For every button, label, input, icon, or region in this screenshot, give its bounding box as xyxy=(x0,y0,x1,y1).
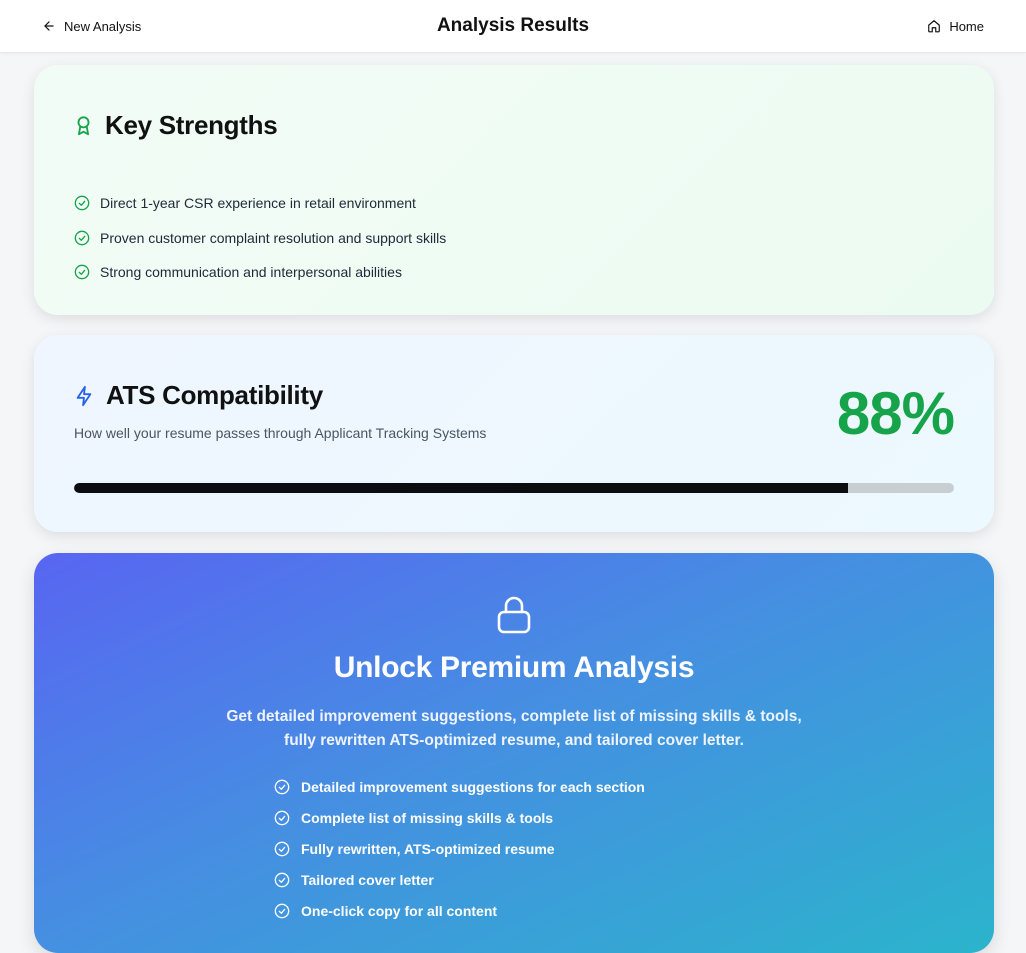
home-label: Home xyxy=(949,18,984,34)
check-circle-icon xyxy=(74,264,90,280)
key-strengths-card: Key Strengths Direct 1-year CSR experien… xyxy=(34,65,994,315)
premium-feature-text: Detailed improvement suggestions for eac… xyxy=(301,778,645,795)
list-item: Proven customer complaint resolution and… xyxy=(74,221,446,256)
strengths-list: Direct 1-year CSR experience in retail e… xyxy=(74,186,446,290)
list-item: Fully rewritten, ATS-optimized resume xyxy=(274,833,645,864)
list-item: Direct 1-year CSR experience in retail e… xyxy=(74,186,446,221)
home-icon xyxy=(928,20,941,33)
strength-text: Proven customer complaint resolution and… xyxy=(100,229,447,246)
premium-feature-text: Tailored cover letter xyxy=(301,872,434,889)
premium-features-list: Detailed improvement suggestions for eac… xyxy=(274,771,645,927)
ats-progress-fill xyxy=(74,483,849,493)
page-title: Analysis Results xyxy=(436,15,590,36)
list-item: Tailored cover letter xyxy=(274,865,645,896)
check-circle-icon xyxy=(274,872,290,888)
key-strengths-title: Key Strengths xyxy=(105,110,278,140)
check-circle-icon xyxy=(274,904,290,919)
new-analysis-link[interactable]: New Analysis xyxy=(42,19,141,34)
premium-upsell-card: Unlock Premium Analysis Get detailed imp… xyxy=(34,553,994,953)
key-strengths-heading: Key Strengths xyxy=(74,110,278,141)
check-circle-icon xyxy=(274,810,290,826)
list-item: One-click copy for all content xyxy=(274,896,645,927)
premium-description: Get detailed improvement suggestions, co… xyxy=(226,708,802,749)
check-circle-icon xyxy=(274,841,290,857)
ats-score: 88% xyxy=(836,380,955,447)
home-link[interactable]: Home xyxy=(927,19,984,34)
list-item: Complete list of missing skills & tools xyxy=(274,802,645,833)
ats-heading: ATS Compatibility xyxy=(74,380,323,411)
ats-compatibility-card: ATS Compatibility How well your resume p… xyxy=(34,335,994,532)
premium-feature-text: Complete list of missing skills & tools xyxy=(301,809,554,826)
strength-text: Strong communication and interpersonal a… xyxy=(100,264,402,281)
arrow-left-icon xyxy=(44,21,54,31)
list-item: Strong communication and interpersonal a… xyxy=(74,255,446,290)
check-circle-icon xyxy=(74,195,90,211)
strength-text: Direct 1-year CSR experience in retail e… xyxy=(100,195,416,212)
premium-title: Unlock Premium Analysis xyxy=(333,651,695,684)
list-item: Detailed improvement suggestions for eac… xyxy=(274,771,645,802)
lightning-icon xyxy=(76,385,92,406)
ats-progress-bar xyxy=(74,483,954,493)
premium-feature-text: One-click copy for all content xyxy=(301,903,498,920)
premium-feature-text: Fully rewritten, ATS-optimized resume xyxy=(301,840,555,857)
ats-title: ATS Compatibility xyxy=(106,380,323,410)
new-analysis-label: New Analysis xyxy=(64,18,142,34)
top-bar: New Analysis Analysis Results Home xyxy=(0,0,1026,53)
check-circle-icon xyxy=(74,230,90,246)
lock-icon xyxy=(497,596,531,634)
ats-subtitle: How well your resume passes through Appl… xyxy=(74,425,487,441)
award-icon xyxy=(77,115,90,135)
check-circle-icon xyxy=(274,779,290,794)
